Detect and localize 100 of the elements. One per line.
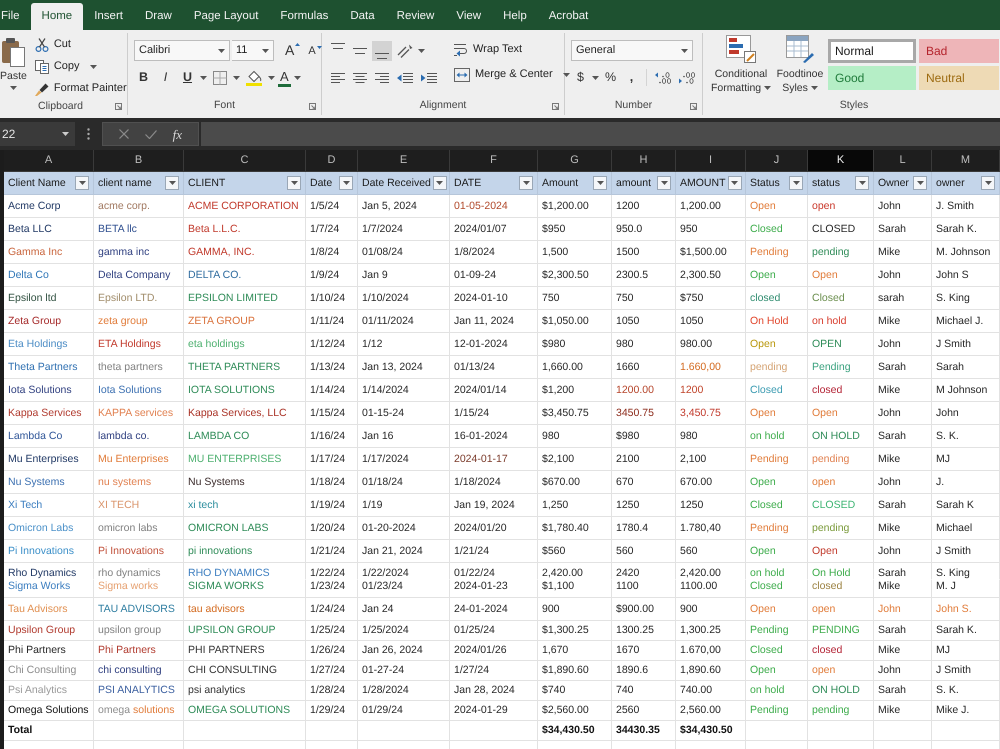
decrease-font-size-button[interactable]: A — [305, 40, 325, 60]
ribbon-tab[interactable]: Draw — [134, 3, 183, 30]
table-cell: on hold — [808, 310, 874, 333]
caret-icon[interactable] — [233, 76, 240, 80]
percent-button[interactable]: % — [601, 68, 620, 88]
filter-button[interactable] — [287, 176, 301, 190]
table-cell: 1/7/2024 — [358, 218, 450, 241]
table-cell: nu systems — [94, 471, 184, 494]
copy-button[interactable]: Copy — [32, 57, 82, 76]
column-letter[interactable]: J — [746, 150, 808, 172]
check-icon[interactable] — [144, 130, 157, 138]
comma-style-button[interactable]: , — [622, 68, 641, 88]
column-letter[interactable]: M — [932, 150, 1000, 172]
conditional-formatting-button[interactable]: Conditional Formatting — [709, 35, 773, 97]
filter-button[interactable] — [339, 176, 353, 190]
dialog-launcher-icon[interactable] — [115, 103, 122, 110]
group-label: Clipboard — [38, 98, 83, 114]
column-letter[interactable]: A — [4, 150, 94, 172]
ribbon-tab[interactable]: Insert — [83, 3, 134, 30]
name-box[interactable]: 22 — [0, 122, 75, 146]
table-cell: 1/20/24 — [306, 517, 358, 540]
ribbon-tab[interactable]: View — [445, 3, 492, 30]
italic-button[interactable]: I — [156, 68, 175, 88]
ribbon-tab[interactable]: Page Layout — [182, 3, 270, 30]
column-letter[interactable]: C — [184, 150, 306, 172]
caret-icon[interactable] — [294, 76, 301, 80]
column-letter[interactable]: K — [808, 150, 874, 172]
caret-icon[interactable] — [592, 76, 599, 80]
table-cell: Mike — [874, 310, 932, 333]
font-size-dropdown[interactable]: 11 — [232, 40, 274, 61]
filter-button[interactable] — [165, 176, 179, 190]
filter-button[interactable] — [519, 176, 533, 190]
font-color-button[interactable]: A — [278, 68, 291, 86]
ribbon-tab[interactable]: Acrobat — [538, 3, 600, 30]
table-cell: 2024-01-29 — [450, 701, 538, 721]
cell-style-option[interactable]: Good — [828, 66, 916, 90]
align-bottom-button[interactable] — [372, 40, 392, 60]
increase-font-size-button[interactable]: A — [282, 40, 304, 60]
dialog-launcher-icon[interactable] — [309, 102, 316, 110]
filter-button[interactable] — [728, 176, 742, 190]
ribbon-tab[interactable]: Review — [386, 3, 446, 30]
insert-function-button[interactable]: fx — [172, 128, 182, 140]
filter-button[interactable] — [657, 176, 671, 190]
dialog-launcher-icon[interactable] — [690, 102, 697, 110]
filter-button[interactable] — [913, 176, 927, 190]
column-letter[interactable]: I — [676, 150, 746, 172]
dialog-launcher-icon[interactable] — [552, 102, 559, 110]
ribbon-tab[interactable]: File — [0, 3, 31, 30]
vertical-dots-icon[interactable] — [87, 128, 90, 140]
filter-button[interactable] — [432, 176, 447, 190]
table-cell: IOTA SOLUTIONS — [184, 379, 306, 402]
table-cell: Michael — [932, 517, 1000, 540]
wrap-text-button[interactable]: Wrap Text — [452, 40, 570, 59]
filter-button[interactable] — [593, 176, 607, 190]
formula-input[interactable] — [201, 122, 1000, 146]
cell-style-option[interactable]: Normal — [828, 39, 916, 63]
table-cell: 1670 — [612, 641, 676, 661]
filter-button[interactable] — [75, 176, 89, 190]
bold-button[interactable]: B — [134, 68, 153, 88]
table-cell: $670.00 — [538, 471, 612, 494]
merge-center-button[interactable]: Merge & Center — [452, 65, 555, 84]
table-cell: 2024/01/26 — [450, 641, 538, 661]
currency-button[interactable]: $ — [571, 68, 590, 88]
column-letter[interactable]: L — [874, 150, 932, 172]
format-painter-button[interactable]: Format Painter — [32, 79, 129, 98]
column-letter[interactable]: F — [450, 150, 538, 172]
caret-icon[interactable] — [90, 64, 97, 68]
ribbon-tab[interactable]: Data — [339, 3, 386, 30]
column-letter[interactable]: B — [94, 150, 184, 172]
caret-icon[interactable] — [268, 76, 275, 80]
number-format-dropdown[interactable]: General — [571, 40, 693, 61]
caret-icon — [810, 86, 818, 90]
ribbon-tab[interactable]: Formulas — [269, 3, 340, 30]
caret-icon — [681, 48, 688, 52]
table-cell: Closed — [746, 218, 808, 241]
paste-button[interactable]: Paste — [0, 35, 27, 98]
cell-style-option[interactable]: Bad — [919, 39, 999, 63]
table-cell: open — [808, 661, 874, 681]
close-icon[interactable] — [118, 129, 129, 139]
column-letter[interactable]: E — [358, 150, 450, 172]
ribbon-tab[interactable]: Help — [492, 3, 538, 30]
column-letter[interactable]: H — [612, 150, 676, 172]
caret-icon[interactable] — [562, 72, 570, 76]
filter-button[interactable] — [981, 176, 995, 190]
filter-button[interactable] — [855, 176, 869, 190]
filter-button[interactable] — [789, 176, 803, 190]
text-lines-icon — [331, 42, 345, 48]
format-as-table-button[interactable]: Foodtinoe Syles — [775, 35, 825, 97]
table-cell: 1/27/24 — [450, 661, 538, 681]
table-cell: pending — [808, 241, 874, 264]
column-letter[interactable]: D — [306, 150, 358, 172]
paint-bucket-icon — [246, 70, 262, 86]
caret-icon[interactable] — [200, 76, 207, 80]
column-letter[interactable]: G — [538, 150, 612, 172]
font-name-dropdown[interactable]: Calibri — [134, 40, 230, 61]
table-cell: 1050 — [676, 310, 746, 333]
caret-icon[interactable] — [418, 48, 425, 52]
cut-button[interactable]: Cut — [32, 35, 129, 54]
ribbon-tab[interactable]: Home — [30, 3, 84, 30]
underline-button[interactable]: U — [178, 68, 197, 88]
